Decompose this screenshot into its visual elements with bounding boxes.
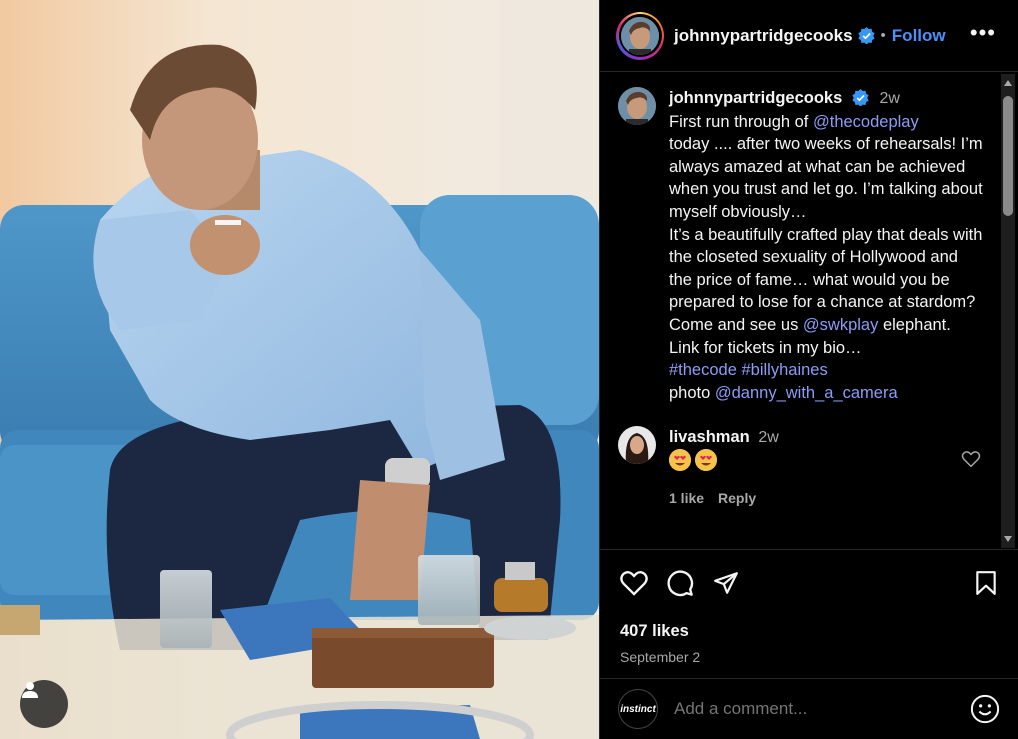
caption-text: johnnypartridgecooks 2w First run throug… xyxy=(669,87,983,404)
heart-eyes-emoji-icon xyxy=(695,449,717,472)
author-username[interactable]: johnnypartridgecooks xyxy=(674,26,853,46)
mention-swkplay[interactable]: @swkplay xyxy=(803,316,878,334)
action-bar xyxy=(620,568,998,598)
caption-time[interactable]: 2w xyxy=(879,90,899,107)
mention-danny-with-a-camera[interactable]: @danny_with_a_camera xyxy=(715,384,898,402)
caption-paragraph2: It’s a beautifully crafted play that dea… xyxy=(669,225,983,312)
heart-eyes-emoji-icon xyxy=(669,449,691,472)
person-icon xyxy=(22,682,38,698)
post-photo[interactable] xyxy=(0,0,599,739)
caption-author-photo xyxy=(618,87,656,125)
post-side-panel: johnnypartridgecooks • Follow ••• johnny… xyxy=(599,0,1018,739)
post-modal: johnnypartridgecooks • Follow ••• johnny… xyxy=(0,0,1018,739)
author-photo xyxy=(621,16,659,55)
comment-likes[interactable]: 1 like xyxy=(669,490,704,506)
scrollbar-thumb[interactable] xyxy=(1003,96,1013,216)
comments-scroll-area[interactable]: johnnypartridgecooks 2w First run throug… xyxy=(600,73,999,549)
commenter-avatar[interactable] xyxy=(618,426,656,465)
caption-line4-post: elephant. xyxy=(878,315,951,334)
scroll-up-icon[interactable] xyxy=(1004,80,1012,86)
comment-meta: 1 like Reply xyxy=(669,487,779,509)
like-comment-heart-icon[interactable] xyxy=(961,450,981,468)
hashtag-billyhaines[interactable]: #billyhaines xyxy=(742,361,828,379)
commenter-username[interactable]: livashman xyxy=(669,428,750,446)
commenter-photo xyxy=(618,426,656,465)
comment-time[interactable]: 2w xyxy=(758,429,778,446)
caption-username[interactable]: johnnypartridgecooks xyxy=(669,89,842,107)
caption-avatar[interactable] xyxy=(618,87,656,125)
current-user-avatar[interactable]: instinct xyxy=(618,689,658,729)
tagged-users-button[interactable] xyxy=(20,680,68,728)
likes-count[interactable]: 407 likes xyxy=(620,622,998,641)
caption-line5: Link for tickets in my bio… xyxy=(669,338,862,357)
post-image xyxy=(0,0,599,739)
comment-bubble-icon[interactable] xyxy=(666,569,694,597)
author-avatar[interactable] xyxy=(616,11,664,60)
add-comment-input[interactable] xyxy=(674,699,970,719)
post-actions-section: 407 likes September 2 xyxy=(600,549,1018,665)
comments-scrollbar[interactable] xyxy=(1001,74,1015,548)
like-heart-icon[interactable] xyxy=(620,570,648,596)
verified-badge-icon xyxy=(857,27,875,44)
verified-badge-icon xyxy=(852,89,869,106)
hashtag-thecode[interactable]: #thecode xyxy=(669,361,737,379)
follow-button[interactable]: Follow xyxy=(892,26,946,46)
add-comment-bar: instinct xyxy=(600,678,1018,739)
mention-thecodeplay[interactable]: @thecodeplay xyxy=(813,113,919,131)
caption-line1: First run through of xyxy=(669,112,813,131)
separator-dot: • xyxy=(880,27,886,44)
caption-paragraph1: today .... after two weeks of rehearsals… xyxy=(669,135,983,221)
scroll-down-icon[interactable] xyxy=(1004,536,1012,542)
emoji-picker-icon[interactable] xyxy=(970,694,1000,724)
caption-line4-pre: Come and see us xyxy=(669,315,803,334)
reply-button[interactable]: Reply xyxy=(718,490,756,506)
caption-photo-credit: photo xyxy=(669,383,715,402)
comment-item: livashman 2w 1 like Reply xyxy=(618,426,983,509)
post-date[interactable]: September 2 xyxy=(620,649,998,665)
post-header: johnnypartridgecooks • Follow ••• xyxy=(600,0,1018,72)
caption: johnnypartridgecooks 2w First run throug… xyxy=(618,87,983,404)
save-bookmark-icon[interactable] xyxy=(974,570,998,596)
share-send-icon[interactable] xyxy=(712,570,740,596)
more-options-icon[interactable]: ••• xyxy=(970,22,996,44)
